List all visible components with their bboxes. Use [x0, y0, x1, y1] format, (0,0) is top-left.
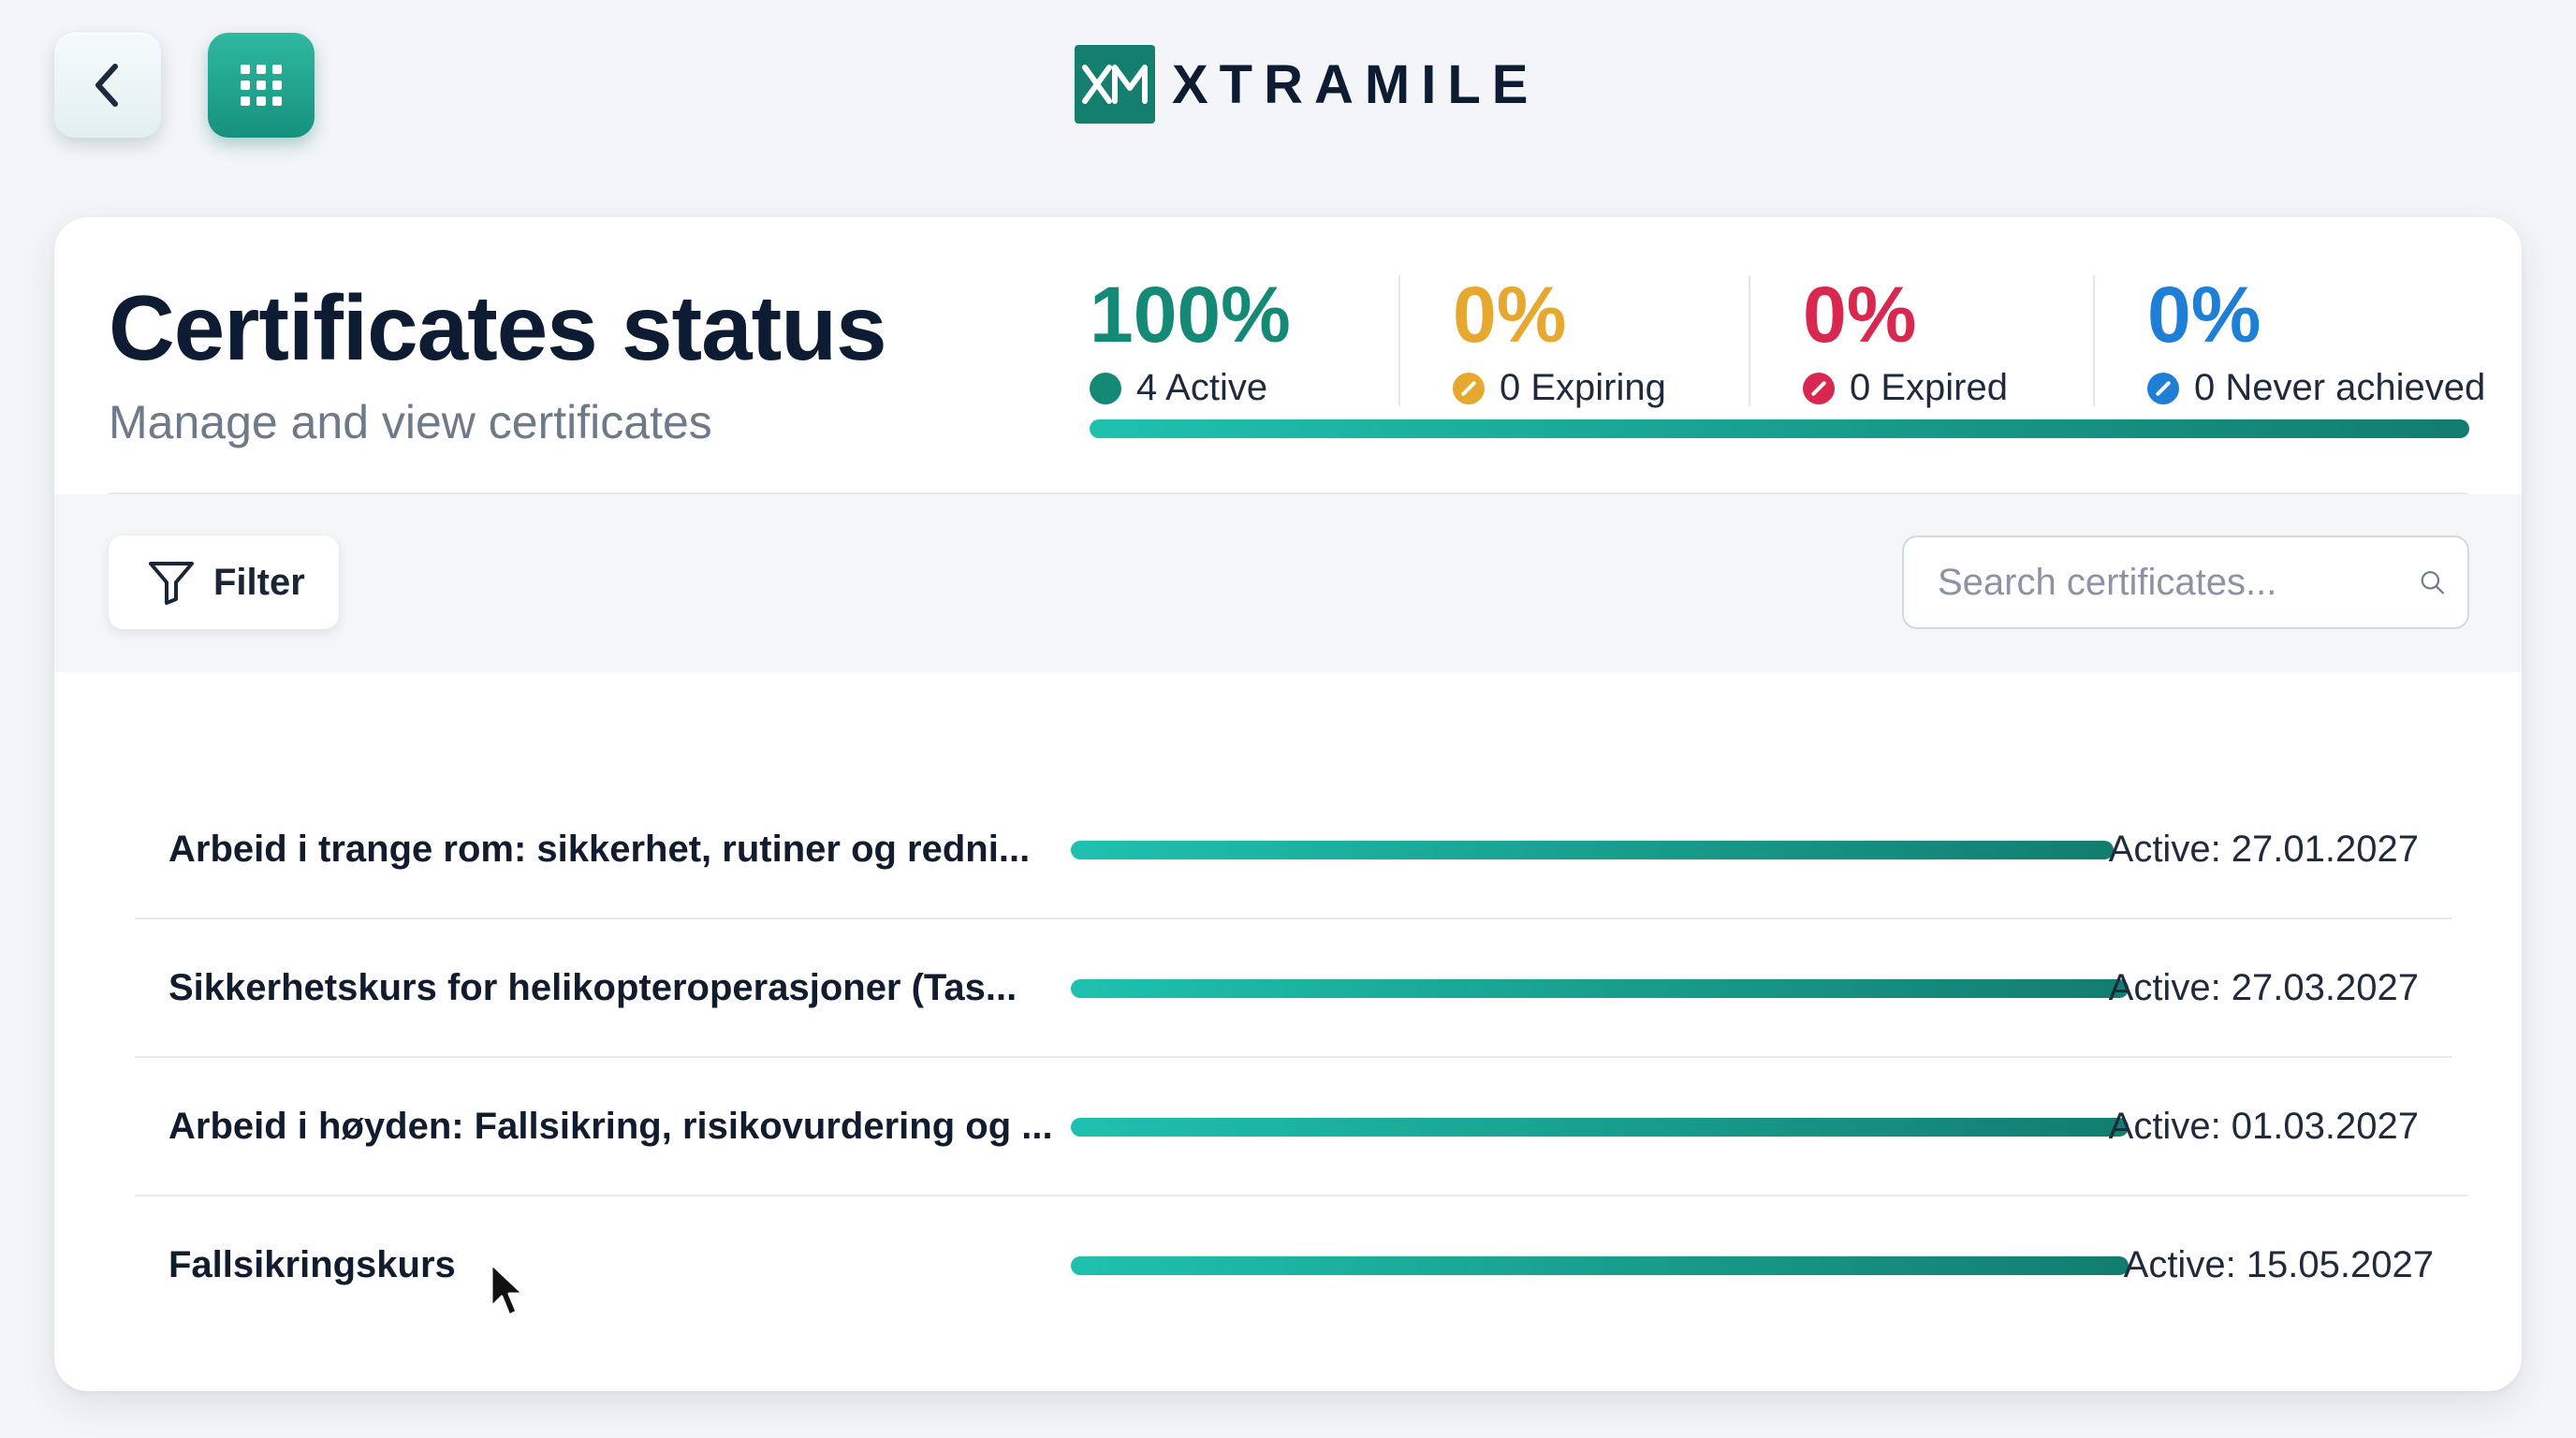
never-achieved-icon [2147, 372, 2179, 404]
mouse-cursor-icon [490, 1262, 525, 1317]
certificate-row[interactable]: Fallsikringskurs Active: 15.05.2027 [135, 1196, 2452, 1334]
page-title: Certificates status [109, 276, 887, 379]
certificate-name: Fallsikringskurs [168, 1244, 456, 1285]
logo-mark [1075, 45, 1155, 124]
stat-expiring: 0% 0 Expiring [1453, 271, 1666, 408]
certificate-row[interactable]: Arbeid i trange rom: sikkerhet, rutiner … [135, 781, 2452, 918]
summary-progress-bar [1090, 419, 2469, 438]
filter-label: Filter [213, 561, 305, 603]
stat-expiring-percent: 0% [1453, 271, 1567, 359]
certificate-row[interactable]: Arbeid i høyden: Fallsikring, risikovurd… [135, 1058, 2452, 1196]
stat-divider [1398, 275, 1400, 406]
stat-never-achieved-percent: 0% [2147, 271, 2261, 359]
certificate-status: Active: 27.03.2027 [2108, 967, 2419, 1008]
search-box[interactable] [1902, 536, 2469, 629]
certificate-name: Sikkerhetskurs for helikopteroperasjoner… [168, 967, 1017, 1008]
stat-divider [1749, 275, 1750, 406]
filter-icon [149, 562, 194, 605]
certificate-row[interactable]: Sikkerhetskurs for helikopteroperasjoner… [135, 919, 2452, 1057]
stat-expired: 0% 0 Expired [1803, 271, 2008, 408]
certificate-name: Arbeid i høyden: Fallsikring, risikovurd… [168, 1106, 1053, 1147]
search-icon[interactable] [2420, 559, 2445, 606]
stat-expiring-label: 0 Expiring [1500, 367, 1666, 408]
toolbar: Filter [54, 494, 2522, 672]
filter-button[interactable]: Filter [109, 536, 339, 629]
certificate-status: Active: 27.01.2027 [2108, 829, 2419, 870]
brand-name: XTRAMILE [1172, 53, 1540, 115]
certificate-name: Arbeid i trange rom: sikkerhet, rutiner … [168, 829, 1031, 870]
grid-icon [241, 65, 282, 106]
search-input[interactable] [1938, 561, 2420, 604]
stat-never-achieved-label: 0 Never achieved [2194, 367, 2486, 408]
back-button[interactable] [54, 33, 161, 138]
certificate-status: Active: 15.05.2027 [2123, 1244, 2434, 1285]
certificate-progress-bar [1071, 1255, 2129, 1275]
expiring-icon [1453, 372, 1485, 404]
page-subtitle: Manage and view certificates [109, 396, 712, 448]
stat-expired-percent: 0% [1803, 271, 1917, 359]
apps-menu-button[interactable] [208, 33, 315, 138]
certificate-progress-bar [1071, 840, 2114, 859]
certificates-card: Certificates status Manage and view cert… [54, 217, 2522, 1391]
stat-active-percent: 100% [1090, 271, 1291, 359]
active-dot-icon [1090, 372, 1121, 404]
chevron-left-icon [95, 64, 118, 107]
certificate-progress-bar [1071, 1117, 2129, 1137]
stat-active-label: 4 Active [1136, 367, 1268, 408]
brand-logo: XTRAMILE [1075, 45, 1539, 124]
certificate-status: Active: 01.03.2027 [2108, 1106, 2419, 1147]
stat-divider [2093, 275, 2095, 406]
stat-active: 100% 4 Active [1090, 271, 1291, 408]
stat-never-achieved: 0% 0 Never achieved [2147, 271, 2486, 408]
certificate-progress-bar [1071, 978, 2129, 998]
expired-icon [1803, 372, 1835, 404]
logo-mark-icon [1082, 65, 1148, 104]
stat-expired-label: 0 Expired [1850, 367, 2008, 408]
